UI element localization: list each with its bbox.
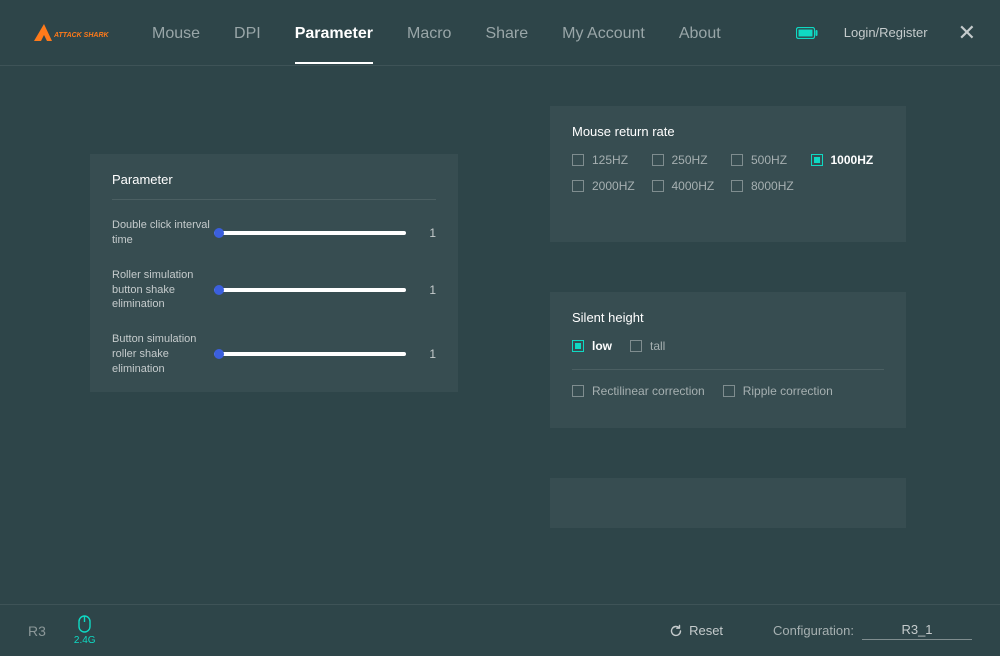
ripple-correction[interactable]: Ripple correction xyxy=(723,384,833,398)
main-nav: Mouse DPI Parameter Macro Share My Accou… xyxy=(152,21,721,45)
rectilinear-correction[interactable]: Rectilinear correction xyxy=(572,384,705,398)
silent-height-panel: Silent height low tall Rectilinear corre… xyxy=(550,292,906,428)
rate-2000[interactable]: 2000HZ xyxy=(572,179,646,193)
checkbox-icon xyxy=(723,385,735,397)
param-value: 1 xyxy=(406,283,436,297)
param-row-roller-shake: Roller simulation button shake eliminati… xyxy=(112,268,436,313)
checkbox-icon xyxy=(652,154,664,166)
return-rate-panel: Mouse return rate 125HZ 250HZ 500HZ 1000… xyxy=(550,106,906,242)
connection-indicator[interactable]: 2.4G xyxy=(74,615,96,646)
checkbox-icon xyxy=(731,180,743,192)
nav-parameter[interactable]: Parameter xyxy=(295,25,373,49)
return-rate-options: 125HZ 250HZ 500HZ 1000HZ 2000HZ 4000HZ 8… xyxy=(572,153,884,193)
slider-button-shake[interactable] xyxy=(214,347,406,361)
nav-macro[interactable]: Macro xyxy=(407,25,451,49)
reset-label: Reset xyxy=(689,623,723,638)
checkbox-icon xyxy=(652,180,664,192)
nav-share[interactable]: Share xyxy=(485,25,528,49)
parameter-panel: Parameter Double click interval time 1 R… xyxy=(90,154,458,392)
reset-icon xyxy=(669,624,683,638)
panel-title-silent-height: Silent height xyxy=(572,310,884,325)
rate-125[interactable]: 125HZ xyxy=(572,153,646,167)
param-value: 1 xyxy=(406,347,436,361)
checkbox-icon xyxy=(572,154,584,166)
rate-4000[interactable]: 4000HZ xyxy=(652,179,726,193)
connection-label: 2.4G xyxy=(74,635,96,646)
nav-about[interactable]: About xyxy=(679,25,721,49)
param-label: Button simulation roller shake eliminati… xyxy=(112,332,214,377)
rate-1000[interactable]: 1000HZ xyxy=(811,153,885,167)
param-row-button-shake: Button simulation roller shake eliminati… xyxy=(112,332,436,377)
mouse-icon xyxy=(78,615,91,633)
checkbox-icon xyxy=(572,385,584,397)
config-value: R3_1 xyxy=(862,622,972,640)
reset-button[interactable]: Reset xyxy=(669,623,723,638)
svg-text:ATTACK SHARK: ATTACK SHARK xyxy=(53,32,110,39)
slider-double-click[interactable] xyxy=(214,226,406,240)
app-footer: R3 2.4G Reset Configuration: R3_1 xyxy=(0,604,1000,656)
nav-my-account[interactable]: My Account xyxy=(562,25,645,49)
height-tall[interactable]: tall xyxy=(630,339,665,353)
rate-500[interactable]: 500HZ xyxy=(731,153,805,167)
param-value: 1 xyxy=(406,226,436,240)
empty-panel xyxy=(550,478,906,528)
checkbox-icon xyxy=(572,340,584,352)
checkbox-icon xyxy=(731,154,743,166)
login-register-link[interactable]: Login/Register xyxy=(844,25,928,40)
rate-250[interactable]: 250HZ xyxy=(652,153,726,167)
battery-icon xyxy=(796,27,818,39)
checkbox-icon xyxy=(630,340,642,352)
checkbox-icon xyxy=(572,180,584,192)
app-header: ATTACK SHARK Mouse DPI Parameter Macro S… xyxy=(0,0,1000,66)
configuration-selector[interactable]: Configuration: R3_1 xyxy=(773,622,972,640)
rate-8000[interactable]: 8000HZ xyxy=(731,179,805,193)
param-label: Double click interval time xyxy=(112,218,214,248)
model-label: R3 xyxy=(28,623,46,639)
param-row-double-click: Double click interval time 1 xyxy=(112,218,436,248)
brand-logo: ATTACK SHARK xyxy=(32,21,112,45)
slider-roller-shake[interactable] xyxy=(214,283,406,297)
nav-mouse[interactable]: Mouse xyxy=(152,25,200,49)
checkbox-icon xyxy=(811,154,823,166)
config-label: Configuration: xyxy=(773,623,854,638)
nav-dpi[interactable]: DPI xyxy=(234,25,261,49)
close-icon[interactable]: ✕ xyxy=(954,22,980,44)
height-low[interactable]: low xyxy=(572,339,612,353)
panel-title-return-rate: Mouse return rate xyxy=(572,124,884,139)
panel-title-parameter: Parameter xyxy=(112,172,436,200)
param-label: Roller simulation button shake eliminati… xyxy=(112,268,214,313)
